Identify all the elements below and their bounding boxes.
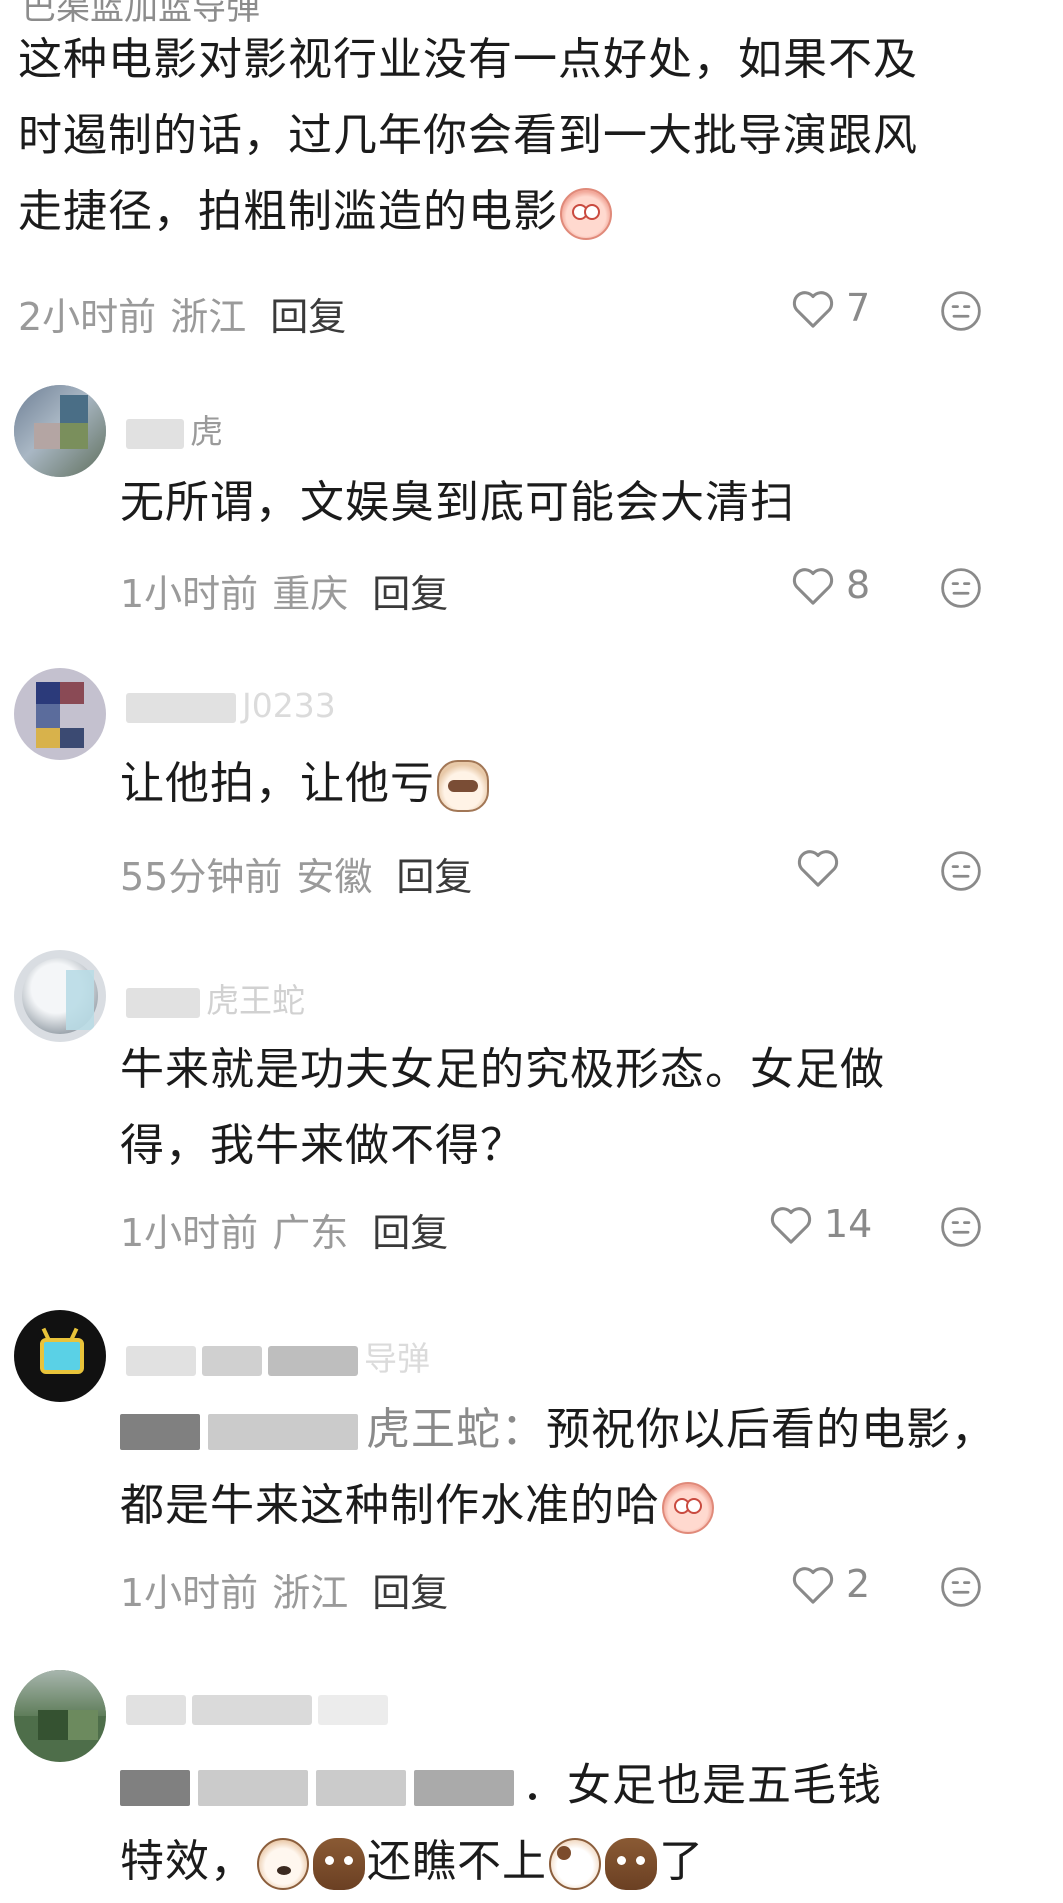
like-button[interactable]: 7	[790, 286, 870, 330]
redacted-mention	[316, 1770, 406, 1806]
comment-meta: 1小时前 重庆 回复	[120, 563, 448, 618]
comment-text-line: 预祝你以后看的电影，	[546, 1404, 996, 1455]
username-text: 导弹	[364, 1339, 430, 1378]
dog-emoji-icon	[257, 1838, 309, 1890]
username[interactable]: J0233	[126, 686, 336, 726]
like-button[interactable]: 2	[790, 1562, 870, 1606]
comment-time: 2小时前	[18, 295, 157, 339]
neutral-face-icon[interactable]	[940, 567, 982, 609]
like-button[interactable]: 14	[768, 1202, 872, 1246]
neutral-face-icon[interactable]	[940, 850, 982, 892]
comment-text-line: 得，我牛来做不得？	[120, 1120, 525, 1171]
reply-button[interactable]: 回复	[396, 855, 472, 899]
neutral-face-icon[interactable]	[940, 290, 982, 332]
comment-region: 浙江	[170, 295, 247, 339]
heart-outline-icon	[792, 568, 834, 605]
heart-outline-icon	[770, 1207, 812, 1244]
reply-button[interactable]: 回复	[372, 1571, 448, 1615]
comment-text: 牛来就是功夫女足的究极形态。女足做 得，我牛来做不得？	[120, 1032, 885, 1184]
redacted-mention	[198, 1770, 308, 1806]
comment-meta: 1小时前 广东 回复	[120, 1202, 448, 1257]
avatar[interactable]	[14, 950, 106, 1042]
like-count: 8	[846, 563, 871, 607]
avatar[interactable]	[14, 1310, 106, 1402]
username[interactable]	[126, 1688, 394, 1728]
comment-text-line: 无所谓，文娱臭到底可能会大清扫	[120, 477, 795, 528]
cow-emoji-icon	[549, 1838, 601, 1890]
comment-text-line: 特效，	[120, 1836, 255, 1887]
comment-text-line: ．女足也是五毛钱	[522, 1760, 882, 1811]
comment-text-line: 都是牛来这种制作水准的哈	[120, 1480, 660, 1531]
comment-text: 虎王蛇：预祝你以后看的电影， 都是牛来这种制作水准的哈	[120, 1392, 996, 1544]
comment-meta: 1小时前 浙江 回复	[120, 1562, 448, 1617]
username-text: J0233	[242, 686, 336, 725]
comment-time: 1小时前	[120, 1571, 259, 1615]
comment-text-line: 还瞧不上	[367, 1836, 547, 1887]
heart-outline-icon	[797, 850, 839, 887]
comment-time: 1小时前	[120, 1211, 259, 1255]
like-count: 2	[846, 1562, 871, 1606]
like-count: 14	[824, 1202, 873, 1246]
poop-emoji-icon	[313, 1838, 365, 1890]
comment-region: 安徽	[296, 855, 373, 899]
peach-emoji-icon	[662, 1482, 714, 1534]
username-text: 虎王蛇	[206, 981, 305, 1020]
comment-text: ．女足也是五毛钱 特效， 还瞧不上 了	[120, 1748, 882, 1900]
redacted-mention	[120, 1414, 200, 1450]
comment-text-line: 时遏制的话，过几年你会看到一大批导演跟风	[18, 110, 918, 161]
comment-text-line: 牛来就是功夫女足的究极形态。女足做	[120, 1044, 885, 1095]
redacted-mention	[414, 1770, 514, 1806]
neutral-face-icon[interactable]	[940, 1206, 982, 1248]
poop-emoji-icon	[605, 1838, 657, 1890]
comment-text-line: 让他拍，让他亏	[120, 758, 435, 809]
comment-text: 让他拍，让他亏	[120, 746, 491, 822]
comment-text-line: 这种电影对影视行业没有一点好处，如果不及	[18, 34, 918, 85]
username[interactable]: 导弹	[126, 1332, 430, 1378]
like-count: 7	[846, 286, 871, 330]
neutral-face-icon[interactable]	[940, 1566, 982, 1608]
heart-outline-icon	[792, 1567, 834, 1604]
avatar[interactable]	[14, 385, 106, 477]
reply-button[interactable]: 回复	[372, 572, 448, 616]
reply-button[interactable]: 回复	[372, 1211, 448, 1255]
comment-text: 这种电影对影视行业没有一点好处，如果不及 时遏制的话，过几年你会看到一大批导演跟…	[18, 22, 1038, 250]
comment-region: 浙江	[272, 1571, 349, 1615]
username[interactable]: 虎王蛇	[126, 974, 305, 1020]
comment-time: 55分钟前	[120, 855, 283, 899]
reply-target: 虎王蛇：	[366, 1404, 546, 1455]
reply-button[interactable]: 回复	[270, 295, 346, 339]
cat-emoji-icon	[437, 760, 489, 812]
redacted-mention	[120, 1770, 190, 1806]
comment-meta: 2小时前 浙江 回复	[18, 286, 346, 341]
redacted-mention	[208, 1414, 358, 1450]
comment-text-line: 走捷径，拍粗制滥造的电影	[18, 186, 558, 237]
comment-region: 广东	[272, 1211, 349, 1255]
comment-text: 无所谓，文娱臭到底可能会大清扫	[120, 465, 795, 541]
avatar[interactable]	[14, 668, 106, 760]
comment-text-line: 了	[659, 1836, 704, 1887]
comment-time: 1小时前	[120, 572, 259, 616]
peach-emoji-icon	[560, 188, 612, 240]
like-button[interactable]: 8	[790, 563, 870, 607]
comment-meta: 55分钟前 安徽 回复	[120, 846, 472, 901]
avatar[interactable]	[14, 1670, 106, 1762]
heart-outline-icon	[792, 291, 834, 328]
username-text: 虎	[190, 412, 223, 451]
comment-region: 重庆	[272, 572, 349, 616]
comment-list: 巴渠蓝加蓝导弹 这种电影对影视行业没有一点好处，如果不及 时遏制的话，过几年你会…	[0, 0, 1063, 1903]
username[interactable]: 虎	[126, 405, 223, 451]
like-button[interactable]	[795, 846, 851, 888]
